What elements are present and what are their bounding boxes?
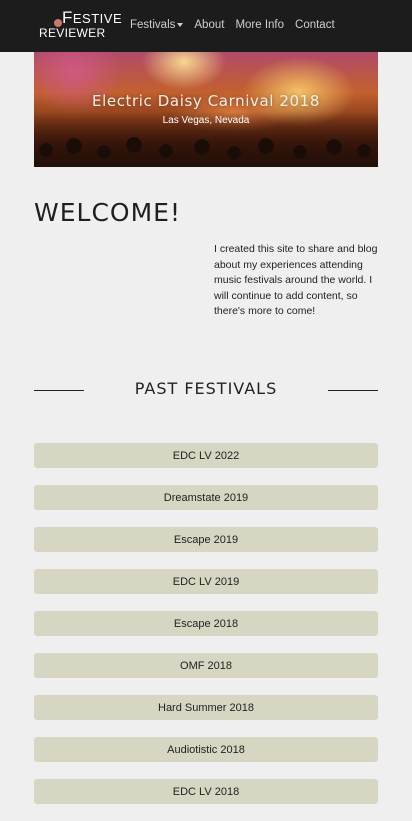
festival-button-dreamstate-2019[interactable]: Dreamstate 2019 [34, 485, 378, 510]
hero-banner: Electric Daisy Carnival 2018 Las Vegas, … [34, 52, 378, 167]
festival-button-edc-lv-2018[interactable]: EDC LV 2018 [34, 779, 378, 804]
logo-line-2: REVIEWER [39, 26, 106, 40]
site-logo[interactable]: FESTIVE REVIEWER [38, 9, 122, 41]
navbar: FESTIVE REVIEWER Festivals About More In… [0, 0, 412, 52]
nav-more-info[interactable]: More Info [235, 17, 284, 35]
festival-button-edc-lv-2019[interactable]: EDC LV 2019 [34, 569, 378, 594]
nav-about[interactable]: About [194, 17, 224, 35]
nav-festivals-dropdown[interactable]: Festivals [130, 17, 184, 35]
festival-button-audiotistic-2018[interactable]: Audiotistic 2018 [34, 737, 378, 762]
welcome-heading: WELCOME! [34, 198, 181, 227]
hero-subtitle: Las Vegas, Nevada [162, 115, 250, 126]
past-festivals-heading: PAST FESTIVALS [34, 376, 378, 406]
festival-button-hard-summer-2018[interactable]: Hard Summer 2018 [34, 695, 378, 720]
logo-line-1: FESTIVE [62, 8, 123, 27]
intro-text: I created this site to share and blog ab… [214, 243, 378, 317]
hero-title: Electric Daisy Carnival 2018 [92, 92, 320, 110]
festival-button-escape-2019[interactable]: Escape 2019 [34, 527, 378, 552]
caret-down-icon [177, 22, 184, 27]
festival-button-escape-2018[interactable]: Escape 2018 [34, 611, 378, 636]
festival-button-edc-lv-2022[interactable]: EDC LV 2022 [34, 443, 378, 468]
festival-button-omf-2018[interactable]: OMF 2018 [34, 653, 378, 678]
past-festivals-title: PAST FESTIVALS [134, 379, 278, 398]
nav-links: Festivals About More Info Contact [130, 17, 335, 35]
nav-contact[interactable]: Contact [295, 17, 335, 35]
festival-list: EDC LV 2022 Dreamstate 2019 Escape 2019 … [34, 443, 378, 821]
heading-divider-right [328, 390, 378, 391]
